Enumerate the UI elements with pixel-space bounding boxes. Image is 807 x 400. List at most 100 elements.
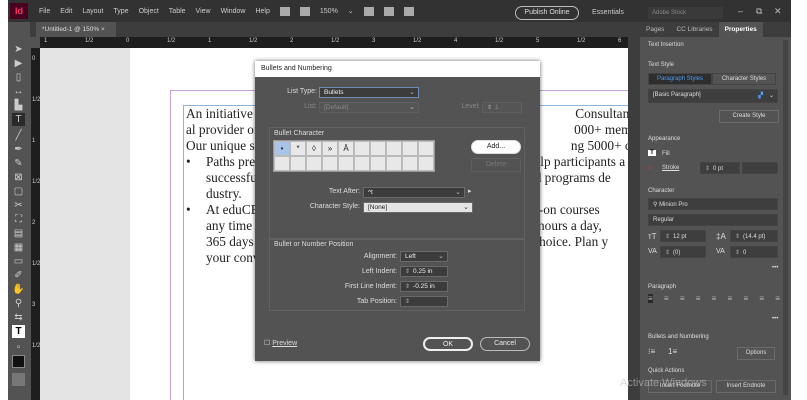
normal-view-icon[interactable] (12, 355, 25, 368)
screen-mode-icon[interactable] (363, 6, 374, 16)
empty-glyph-cell[interactable] (386, 141, 402, 156)
options-button[interactable]: Options (737, 347, 775, 360)
vertical-scrollbar[interactable] (628, 37, 640, 400)
alignment-select[interactable]: Left ⌄ (400, 251, 448, 262)
menu-edit[interactable]: Edit (60, 8, 72, 15)
zoom-tool-icon[interactable]: ⚲ (12, 297, 25, 310)
rectangle-tool-icon[interactable]: ▢ (12, 185, 25, 198)
ok-button[interactable]: OK (423, 337, 473, 351)
empty-glyph-cell[interactable] (306, 156, 322, 171)
delete-glyph-button[interactable]: Delete (471, 158, 521, 172)
empty-glyph-cell[interactable] (402, 156, 418, 171)
create-style-button[interactable]: Create Style (719, 110, 779, 123)
line-tool-icon[interactable]: ╱ (12, 129, 25, 142)
tab-position-field[interactable]: ⇕ (400, 296, 448, 307)
selection-tool-icon[interactable]: ➤ (12, 43, 25, 56)
bullet-glyph[interactable]: • (274, 141, 290, 156)
gap-tool-icon[interactable]: ↔ (12, 85, 25, 98)
gradient-feather-tool-icon[interactable]: ▦ (12, 241, 25, 254)
empty-glyph-cell[interactable] (290, 156, 306, 171)
swap-fill-stroke-icon[interactable]: ⇆ (12, 311, 25, 324)
bullet-glyph[interactable]: » (322, 141, 338, 156)
paragraph-style-select[interactable]: [Basic Paragraph] ▞ ⌄ (648, 89, 778, 103)
justify-right-icon[interactable]: ≡ (728, 294, 733, 303)
justify-all-icon[interactable]: ≡ (743, 294, 748, 303)
document-tab[interactable]: *Untitled-1 @ 150% × (36, 22, 116, 37)
bullet-glyph[interactable]: * (290, 141, 306, 156)
formatting-affects-text-icon[interactable]: ▫ (12, 341, 25, 354)
font-family-select[interactable]: ⚲ Minion Pro (648, 198, 778, 210)
stroke-label[interactable]: Stroke (662, 165, 679, 171)
tab-pages[interactable]: Pages (640, 22, 670, 37)
close-window-button[interactable]: ✕ (774, 6, 782, 17)
chevron-down-icon[interactable]: ⌄ (769, 92, 774, 99)
fill-icon[interactable]: T (648, 150, 656, 156)
align-towards-spine-icon[interactable]: ≡ (759, 294, 764, 303)
empty-glyph-cell[interactable] (402, 141, 418, 156)
bullet-glyph[interactable]: ◊ (306, 141, 322, 156)
minimize-button[interactable]: – (738, 6, 743, 16)
character-style-select[interactable]: [None] ⌄ (363, 202, 473, 213)
restore-button[interactable]: ⧉ (756, 6, 762, 17)
arrange-documents-icon[interactable] (403, 6, 414, 16)
numbered-list-icon[interactable]: 1≡ (668, 347, 677, 356)
align-right-icon[interactable]: ≡ (680, 294, 685, 303)
stroke-none-icon[interactable]: ▱ (648, 164, 653, 171)
more-character-options[interactable]: ••• (772, 265, 778, 271)
list-type-select[interactable]: Bullets ⌄ (319, 87, 419, 98)
text-after-field[interactable]: ^t ⌄ (363, 187, 465, 198)
menu-object[interactable]: Object (139, 8, 159, 15)
type-tool-icon[interactable]: T (12, 113, 25, 126)
list-select[interactable]: [Default] ⌄ (319, 102, 419, 113)
empty-glyph-cell[interactable] (418, 141, 434, 156)
justify-center-icon[interactable]: ≡ (712, 294, 717, 303)
menu-file[interactable]: File (39, 8, 50, 15)
left-indent-field[interactable]: ⇕ 0.25 in (400, 266, 448, 277)
empty-glyph-cell[interactable] (322, 156, 338, 171)
zoom-chevron-icon[interactable]: ⌄ (348, 7, 354, 15)
panel-scrollbar[interactable] (783, 40, 788, 395)
kerning-field[interactable]: ⇕ (0) (660, 246, 706, 258)
stroke-weight-field[interactable]: ⇕ 0 pt (700, 162, 740, 174)
new-style-icon[interactable]: ▞ (758, 92, 763, 99)
empty-glyph-cell[interactable] (354, 141, 370, 156)
publish-online-button[interactable]: Publish Online (515, 6, 579, 20)
empty-glyph-cell[interactable] (354, 156, 370, 171)
empty-glyph-cell[interactable] (370, 141, 386, 156)
align-left-icon[interactable]: ≡ (648, 294, 653, 303)
empty-glyph-cell[interactable] (386, 156, 402, 171)
first-line-indent-field[interactable]: ⇕ -0.25 in (400, 281, 448, 292)
menu-view[interactable]: View (196, 8, 211, 15)
level-field[interactable]: ⇕ 1 (482, 102, 522, 113)
workspace-switcher[interactable]: Essentials (592, 9, 624, 16)
font-size-field[interactable]: ⇕ 12 pt (660, 230, 706, 242)
character-styles-toggle[interactable]: Character Styles (712, 73, 776, 85)
empty-glyph-cell[interactable] (370, 156, 386, 171)
menu-layout[interactable]: Layout (82, 8, 103, 15)
leading-field[interactable]: ⇕ (14.4 pt) (730, 230, 778, 242)
menu-table[interactable]: Table (169, 8, 186, 15)
zoom-level[interactable]: 150% (320, 8, 338, 15)
note-tool-icon[interactable]: ▭ (12, 255, 25, 268)
adobe-stock-search[interactable]: Adobe Stock (648, 7, 723, 19)
tab-cc-libraries[interactable]: CC Libraries (670, 22, 718, 37)
menu-help[interactable]: Help (255, 8, 269, 15)
page-tool-icon[interactable]: ▯ (12, 71, 25, 84)
bridge-icon[interactable] (279, 6, 290, 16)
add-glyph-button[interactable]: Add... (471, 140, 521, 154)
special-characters-arrow-icon[interactable]: ▸ (468, 187, 472, 195)
stock-icon[interactable] (299, 6, 310, 16)
direct-selection-tool-icon[interactable]: ▶ (12, 57, 25, 70)
pen-tool-icon[interactable]: ✒ (12, 143, 25, 156)
fill-stroke-icon[interactable]: T (12, 325, 25, 338)
content-collector-icon[interactable]: ▙ (12, 99, 25, 112)
justify-left-icon[interactable]: ≡ (696, 294, 701, 303)
preview-checkbox[interactable]: ☐ Preview (264, 339, 297, 347)
empty-glyph-cell[interactable] (338, 156, 354, 171)
rectangle-frame-tool-icon[interactable]: ⊠ (12, 171, 25, 184)
font-style-select[interactable]: Regular (648, 214, 778, 226)
insert-endnote-button[interactable]: Insert Endnote (716, 380, 776, 393)
scissors-tool-icon[interactable]: ✂ (12, 199, 25, 212)
align-center-icon[interactable]: ≡ (664, 294, 669, 303)
tracking-field[interactable]: ⇕ 0 (730, 246, 778, 258)
